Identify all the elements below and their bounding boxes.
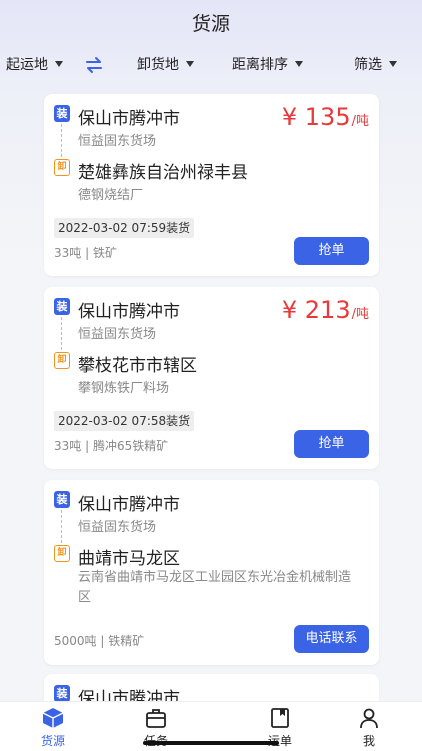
screen-filter-label: 筛选 [354, 57, 382, 73]
origin-site: 恒益固东货场 [78, 134, 157, 149]
cube-icon [42, 708, 64, 728]
unload-badge-icon: 卸 [54, 352, 70, 369]
tab-label: 货源 [40, 734, 65, 748]
load-time: 2022-03-02 07:59装货 [54, 218, 195, 238]
tab-me[interactable]: 我 [339, 702, 399, 751]
dest-site: 云南省曲靖市马龙区工业园区东光冶金机械制造区 [78, 570, 352, 605]
destination-filter[interactable]: 卸货地 [137, 48, 194, 82]
load-badge-icon: 装 [54, 298, 70, 315]
route-line [61, 124, 62, 157]
origin-city: 保山市腾冲市 [78, 689, 180, 701]
load-badge-icon: 装 [54, 105, 70, 122]
origin-site: 恒益固东货场 [78, 327, 157, 342]
home-indicator [143, 741, 279, 745]
price: ¥ 213/吨 [282, 296, 369, 324]
route-line [61, 317, 62, 350]
sort-filter-label: 距离排序 [232, 57, 288, 73]
unload-badge-icon: 卸 [54, 159, 70, 176]
origin-filter[interactable]: 起运地 [6, 48, 63, 82]
dropdown-triangle-icon [389, 61, 397, 67]
filter-bar: 起运地 卸货地 距离排序 筛选 [0, 48, 422, 82]
cargo-info: 33吨 | 腾冲65铁精矿 [54, 439, 169, 453]
freight-card[interactable]: 装 保山市腾冲市 恒益固东货场 ¥ 213/吨 卸 攀枝花市市辖区 攀钢炼铁厂料… [44, 287, 379, 469]
freight-card[interactable]: 装 保山市腾冲市 恒益固东货场 ¥ 135/吨 卸 楚雄彝族自治州禄丰县 德钢烧… [44, 94, 379, 276]
dest-city: 楚雄彝族自治州禄丰县 [78, 163, 248, 183]
origin-city: 保山市腾冲市 [78, 302, 180, 322]
price-value: ¥ 135 [281, 103, 351, 131]
swap-icon[interactable] [84, 56, 104, 74]
price-unit: /吨 [351, 114, 369, 129]
dropdown-triangle-icon [55, 61, 63, 67]
price-unit: /吨 [351, 307, 369, 322]
unload-badge-icon: 卸 [54, 545, 70, 562]
briefcase-icon [146, 709, 166, 728]
tab-label: 我 [362, 734, 375, 748]
call-contact-button[interactable]: 电话联系 [294, 625, 369, 653]
origin-city: 保山市腾冲市 [78, 495, 180, 515]
load-badge-icon: 装 [54, 685, 70, 701]
dest-site: 攀钢炼铁厂料场 [78, 381, 170, 396]
person-icon [360, 708, 378, 729]
freight-card[interactable]: 装 保山市腾冲市 [44, 674, 379, 701]
screen-filter[interactable]: 筛选 [354, 48, 397, 82]
route-line [61, 510, 62, 543]
dest-site: 德钢烧结厂 [78, 188, 144, 203]
load-badge-icon: 装 [54, 491, 70, 508]
price: ¥ 135/吨 [282, 103, 369, 131]
grab-order-button[interactable]: 抢单 [294, 430, 369, 458]
page-title: 货源 [191, 13, 230, 35]
price-value: ¥ 213 [281, 296, 351, 324]
origin-site: 恒益固东货场 [78, 520, 157, 535]
dropdown-triangle-icon [295, 61, 303, 67]
origin-filter-label: 起运地 [6, 57, 48, 73]
cargo-info: 33吨 | 铁矿 [54, 246, 117, 260]
freight-card[interactable]: 装 保山市腾冲市 恒益固东货场 卸 曲靖市马龙区 云南省曲靖市马龙区工业园区东光… [44, 480, 379, 665]
grab-order-button[interactable]: 抢单 [294, 237, 369, 265]
sort-filter[interactable]: 距离排序 [232, 48, 303, 82]
cargo-info: 5000吨 | 铁精矿 [54, 634, 145, 648]
load-time: 2022-03-02 07:58装货 [54, 411, 195, 431]
dropdown-triangle-icon [186, 61, 194, 67]
waybill-icon [271, 708, 289, 728]
tab-freight[interactable]: 货源 [23, 702, 83, 751]
origin-city: 保山市腾冲市 [78, 109, 180, 129]
dest-city: 曲靖市马龙区 [78, 549, 180, 569]
dest-city: 攀枝花市市辖区 [78, 356, 197, 376]
destination-filter-label: 卸货地 [137, 57, 179, 73]
